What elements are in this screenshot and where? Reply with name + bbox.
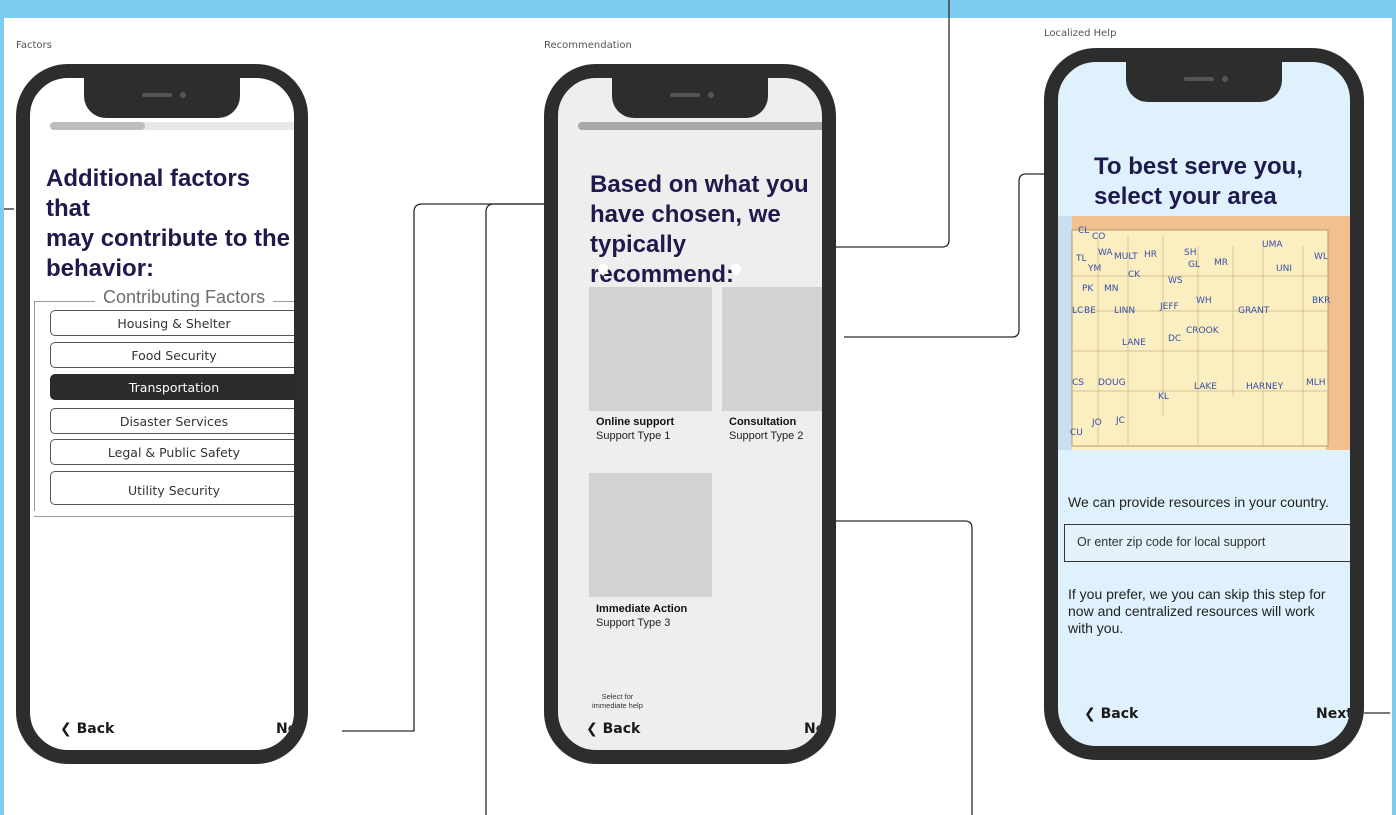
next-button[interactable]: Next ➔	[804, 721, 822, 753]
contributing-factors-legend: Contributing Factors	[95, 287, 274, 308]
chevron-left-icon: ❮	[586, 721, 598, 737]
phone-recommendation: Based on what you have chosen, we typica…	[544, 64, 836, 764]
checkbox-checked[interactable]: ✓	[301, 380, 308, 394]
factor-housing-shelter[interactable]: Housing & Shelter	[50, 310, 308, 336]
next-button[interactable]: Next➔	[1316, 706, 1364, 722]
checkbox[interactable]	[301, 482, 308, 496]
checkbox[interactable]	[301, 316, 308, 330]
card-title: Consultation	[729, 416, 797, 428]
card-immediate-action[interactable]	[589, 473, 712, 597]
phone-notch	[84, 78, 240, 118]
arrow-right-icon: ➔	[804, 737, 816, 753]
chevron-left-icon: ❮	[60, 721, 72, 737]
page-title: To best serve you, select your area	[1094, 153, 1303, 210]
factor-disaster-services[interactable]: Disaster Services	[50, 408, 308, 434]
card-consultation[interactable]	[722, 287, 822, 411]
immediate-help-link[interactable]: Select for immediate help	[592, 692, 643, 710]
card-online-support[interactable]	[589, 287, 712, 411]
back-button[interactable]: ❮ Back	[586, 721, 640, 737]
factor-utility-security[interactable]: Utility Security	[50, 471, 308, 505]
frame-label-factors: Factors	[16, 40, 52, 51]
next-button[interactable]: Next ➔	[276, 721, 294, 753]
arrow-right-icon: ➔	[1352, 706, 1364, 722]
phone-notch	[1126, 62, 1282, 102]
skip-text: If you prefer, we you can skip this step…	[1068, 586, 1326, 636]
frame-label-recommendation: Recommendation	[544, 40, 632, 51]
region-map[interactable]: CL CO TL WA MULT HR SH GL MR UMA WL YM C…	[1058, 216, 1350, 450]
zip-code-input[interactable]	[1075, 534, 1339, 550]
canvas-left-border	[0, 0, 4, 815]
phone-factors: Additional factors that may contribute t…	[16, 64, 308, 764]
factor-legal-public-safety[interactable]: Legal & Public Safety	[50, 439, 308, 465]
factor-transportation[interactable]: Transportation✓	[50, 374, 308, 400]
card-title: Immediate Action	[596, 603, 688, 615]
canvas-top-bar	[0, 0, 1396, 18]
page-title: Based on what you have chosen, we typica…	[590, 171, 809, 288]
arrow-right-icon: ➔	[276, 737, 288, 753]
resources-text: We can provide resources in your country…	[1068, 494, 1329, 510]
back-button[interactable]: ❮ Back	[1084, 706, 1138, 722]
phone-notch	[612, 78, 768, 118]
checkbox[interactable]	[301, 445, 308, 459]
factor-food-security[interactable]: Food Security	[50, 342, 308, 368]
page-title: Additional factors that may contribute t…	[46, 165, 291, 282]
progress-bar	[578, 122, 822, 130]
checkbox[interactable]	[301, 414, 308, 428]
card-subtitle: Support Type 3	[596, 617, 671, 629]
zip-code-field[interactable]	[1064, 524, 1350, 562]
checkbox[interactable]	[301, 348, 308, 362]
canvas-right-border	[1392, 0, 1396, 815]
card-subtitle: Support Type 2	[729, 430, 804, 442]
phone-localized-help: To best serve you, select your area CL C…	[1044, 48, 1364, 760]
card-subtitle: Support Type 1	[596, 430, 671, 442]
progress-bar	[50, 122, 294, 130]
chevron-left-icon: ❮	[1084, 706, 1096, 722]
back-button[interactable]: ❮ Back	[60, 721, 114, 737]
frame-label-localized-help: Localized Help	[1044, 28, 1117, 39]
divider	[34, 516, 294, 517]
card-title: Online support	[596, 416, 675, 428]
